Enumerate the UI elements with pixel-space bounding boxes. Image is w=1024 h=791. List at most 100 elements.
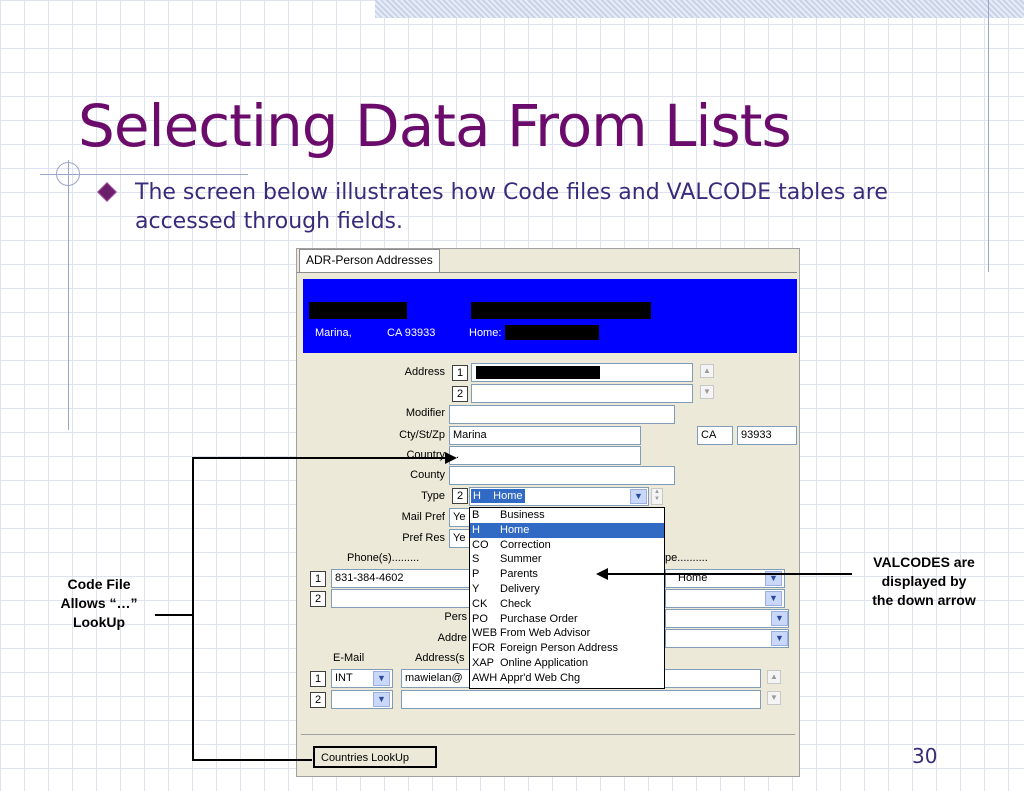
dropdown-option[interactable]: Y Delivery	[470, 582, 664, 597]
annotation-line: LookUp	[72, 614, 126, 630]
annotation-line: Allows “…”	[60, 595, 138, 611]
option-label: Correction	[500, 538, 551, 551]
arrowhead-icon	[596, 568, 608, 580]
dropdown-option[interactable]: PO Purchase Order	[470, 612, 664, 627]
chevron-down-icon[interactable]: ▼	[630, 489, 647, 504]
page-number: 30	[912, 744, 938, 768]
option-code: CK	[472, 597, 488, 610]
option-code: WEB	[472, 627, 498, 640]
address-line-1-field[interactable]	[471, 363, 693, 382]
city-field[interactable]: Marina	[449, 426, 641, 445]
county-field[interactable]	[449, 466, 675, 485]
option-code: H	[472, 523, 480, 536]
chevron-down-icon[interactable]: ▼	[771, 631, 788, 646]
dropdown-option[interactable]: CO Correction	[470, 538, 664, 553]
phone-2-field[interactable]	[331, 589, 471, 608]
country-field[interactable]: ..	[449, 446, 641, 465]
chevron-down-icon[interactable]: ▼	[373, 671, 390, 686]
dropdown-option[interactable]: XAP Online Application	[470, 656, 664, 671]
option-label: Appr'd Web Chg	[500, 671, 581, 684]
email-line-2-button[interactable]: 2	[310, 692, 326, 708]
annotation-line: VALCODES are	[873, 554, 975, 570]
decorative-line	[68, 160, 69, 430]
connector-line	[192, 457, 194, 761]
countries-lookup-button[interactable]: Countries LookUp	[313, 746, 437, 768]
option-code: FOR	[472, 642, 496, 655]
option-code: XAP	[472, 656, 495, 669]
redacted-phone	[505, 325, 599, 340]
option-code: P	[472, 568, 480, 581]
zip-field[interactable]: 93933	[737, 426, 797, 445]
address-line-2-field[interactable]	[471, 384, 693, 403]
option-label: From Web Advisor	[500, 627, 591, 640]
dropdown-option[interactable]: B Business	[470, 508, 664, 523]
option-label: Business	[500, 509, 545, 521]
dropdown-option[interactable]: FOR Foreign Person Address	[470, 641, 664, 656]
phone-1-field[interactable]: 831-384-4602	[331, 569, 471, 588]
option-code: CO	[472, 538, 489, 551]
person-label: Pers	[444, 611, 467, 623]
annotation-line: displayed by	[881, 573, 967, 589]
chevron-down-icon[interactable]: ▼	[373, 692, 390, 707]
annotation-line: the down arrow	[872, 592, 976, 608]
email-2-field[interactable]	[401, 690, 761, 709]
diamond-bullet-icon	[97, 182, 117, 202]
spinner-icon[interactable]: ▲ ▼	[651, 488, 663, 505]
arrowhead-icon	[445, 452, 457, 464]
phones-label: Phone(s).........	[347, 552, 420, 564]
option-code: AWH	[472, 671, 498, 684]
dropdown-option[interactable]: CK Check	[470, 597, 664, 612]
phone-line-1-button[interactable]: 1	[310, 571, 326, 587]
address-line-2-button[interactable]: 2	[452, 386, 468, 402]
header-state-zip: CA 93933	[387, 327, 436, 339]
address-short-label: Addre	[437, 632, 467, 644]
type-label: Type	[421, 490, 445, 502]
footer-divider	[301, 734, 795, 735]
code-file-annotation: Code File Allows “…” LookUp	[46, 575, 152, 632]
option-label: Home	[500, 523, 530, 536]
address-line-1-button[interactable]: 1	[452, 365, 468, 381]
header-city: Marina,	[315, 327, 352, 339]
adr-person-addresses-window: ADR-Person Addresses Marina, CA 93933 Ho…	[296, 248, 800, 777]
country-label: Country	[406, 449, 445, 461]
chevron-down-icon[interactable]: ▼	[771, 611, 788, 626]
type-line-2-button[interactable]: 2	[452, 488, 468, 504]
scroll-down-icon[interactable]: ▼	[700, 385, 714, 399]
scroll-up-icon[interactable]: ▲	[700, 364, 714, 378]
state-field[interactable]: CA	[697, 426, 733, 445]
chevron-down-icon[interactable]: ▼	[765, 591, 782, 606]
option-label: Parents	[500, 568, 538, 581]
tab-adr-person-addresses[interactable]: ADR-Person Addresses	[299, 249, 440, 273]
option-code: S	[472, 553, 480, 566]
option-code: PO	[472, 612, 488, 625]
dropdown-option[interactable]: WEB From Web Advisor	[470, 626, 664, 641]
option-label: Purchase Order	[500, 612, 578, 625]
decorative-band	[375, 0, 1024, 18]
email-line-1-button[interactable]: 1	[310, 671, 326, 687]
dropdown-option[interactable]: H Home	[470, 522, 664, 538]
dropdown-option[interactable]: S Summer	[470, 552, 664, 567]
bullet-text: The screen below illustrates how Code fi…	[135, 180, 888, 234]
type-dropdown-list[interactable]: B Business H Home CO Correction S Summer P Parent…	[469, 507, 665, 689]
connector-line	[155, 614, 193, 616]
type-select[interactable]: H Home	[469, 487, 649, 506]
modifier-field[interactable]	[449, 405, 675, 424]
type-selected-value: H Home	[471, 489, 525, 503]
connector-line	[192, 457, 447, 459]
decorative-line	[988, 0, 989, 272]
option-code: B	[472, 509, 480, 521]
redacted-address	[476, 366, 600, 379]
dropdown-option[interactable]: AWH Appr'd Web Chg	[470, 671, 664, 686]
phone-line-2-button[interactable]: 2	[310, 591, 326, 607]
mail-pref-label: Mail Pref	[401, 511, 445, 523]
option-label: Online Application	[500, 656, 589, 669]
county-label: County	[410, 469, 445, 481]
option-label: Foreign Person Address	[500, 642, 619, 655]
annotation-line: Code File	[67, 576, 131, 592]
scroll-up-icon[interactable]: ▲	[767, 670, 781, 684]
modifier-label: Modifier	[405, 407, 445, 419]
option-label: Summer	[500, 553, 542, 566]
slide-title: Selecting Data From Lists	[78, 92, 792, 160]
connector-line	[607, 573, 852, 575]
scroll-down-icon[interactable]: ▼	[767, 691, 781, 705]
